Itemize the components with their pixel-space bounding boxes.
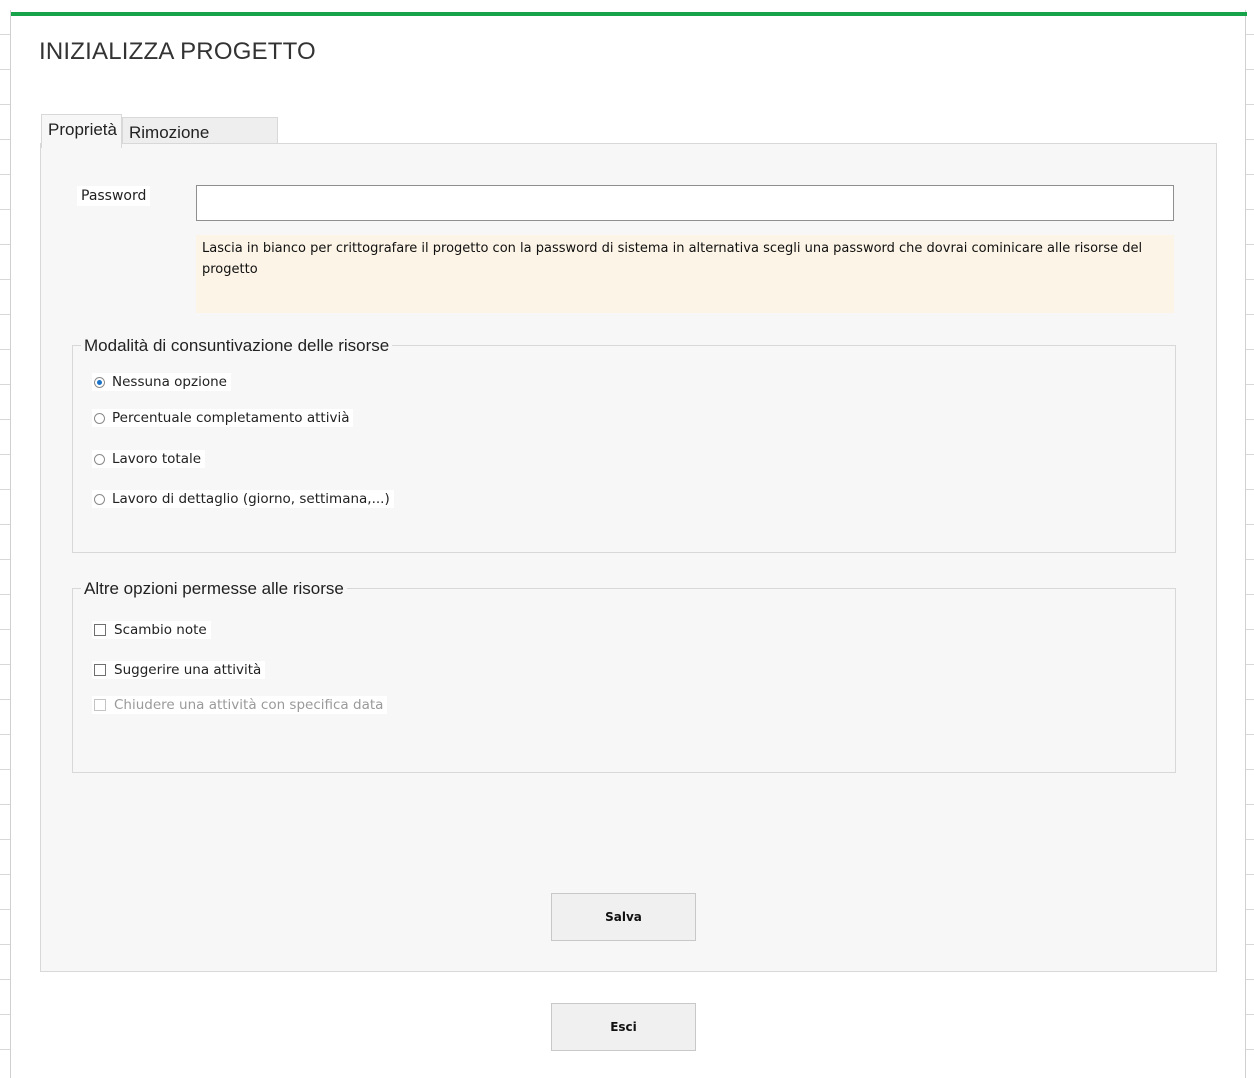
dialog-accent-bar [11, 12, 1247, 16]
radio-label: Lavoro totale [112, 451, 202, 467]
altre-opzioni-group: Altre opzioni permesse alle risorse Scam… [72, 579, 1176, 773]
consuntivazione-group-title: Modalità di consuntivazione delle risors… [81, 336, 393, 356]
tab-proprieta[interactable]: Proprietà [41, 114, 122, 148]
radio-unselected-icon[interactable] [94, 493, 105, 505]
radio-nessuna-opzione[interactable]: Nessuna opzione [92, 373, 231, 391]
checkbox-scambio-note[interactable]: Scambio note [92, 621, 211, 639]
radio-label: Percentuale completamento attivià [112, 410, 350, 426]
checkbox-suggerire-attivita[interactable]: Suggerire una attività [92, 661, 266, 679]
radio-lavoro-di-dettaglio[interactable]: Lavoro di dettaglio (giorno, settimana,.… [92, 490, 394, 508]
checkbox-icon[interactable] [94, 664, 106, 676]
save-button[interactable]: Salva [551, 893, 696, 941]
consuntivazione-group: Modalità di consuntivazione delle risors… [72, 336, 1176, 553]
radio-unselected-icon[interactable] [94, 453, 105, 465]
radio-label: Nessuna opzione [112, 374, 227, 390]
checkbox-label: Scambio note [114, 622, 207, 638]
password-input[interactable] [196, 185, 1174, 221]
dialog-title: INIZIALIZZA PROGETTO [39, 38, 316, 65]
checkbox-label: Suggerire una attività [114, 662, 262, 678]
radio-percentuale-completamento[interactable]: Percentuale completamento attivià [92, 409, 354, 427]
password-label: Password [77, 186, 151, 206]
checkbox-label: Chiudere una attività con specifica data [114, 697, 384, 713]
radio-lavoro-totale[interactable]: Lavoro totale [92, 450, 206, 468]
radio-selected-icon[interactable] [94, 376, 105, 388]
background-sheet-right [1246, 0, 1254, 1078]
checkbox-chiudere-attivita: Chiudere una attività con specifica data [92, 696, 388, 714]
radio-label: Lavoro di dettaglio (giorno, settimana,.… [112, 491, 390, 507]
checkbox-icon[interactable] [94, 624, 106, 636]
radio-unselected-icon[interactable] [94, 412, 105, 424]
exit-button[interactable]: Esci [551, 1003, 696, 1051]
tab-panel-proprieta: Password Lascia in bianco per crittograf… [40, 143, 1217, 972]
init-project-dialog: INIZIALIZZA PROGETTO Proprietà Rimozione… [10, 10, 1247, 1078]
background-sheet-left [0, 0, 10, 1078]
password-hint: Lascia in bianco per crittografare il pr… [196, 235, 1174, 313]
checkbox-icon [94, 699, 106, 711]
altre-opzioni-group-title: Altre opzioni permesse alle risorse [81, 579, 347, 599]
